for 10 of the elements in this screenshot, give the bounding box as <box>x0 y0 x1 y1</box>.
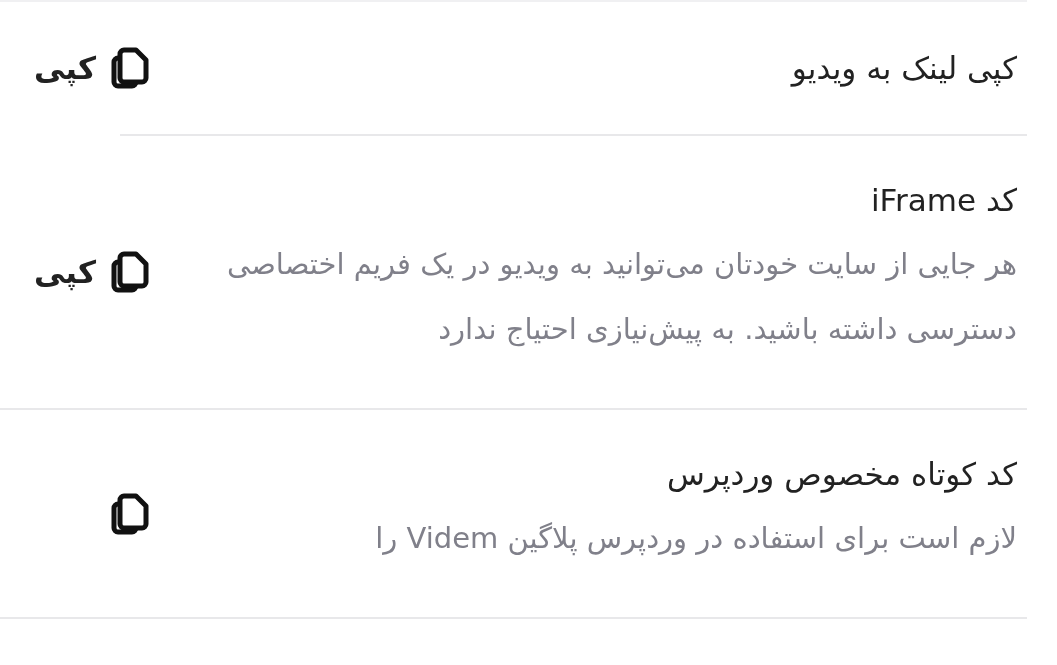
copy-icon <box>110 250 150 294</box>
option-title: کپی لینک به ویدیو <box>789 50 1017 86</box>
copy-icon <box>110 46 150 90</box>
option-title: کد کوتاه مخصوص وردپرس <box>666 456 1017 492</box>
copy-button[interactable]: کپی <box>20 250 150 294</box>
option-title: کد iFrame <box>869 182 1017 218</box>
option-description: هر جایی از سایت خودتان می‌توانید به ویدیو در یک فریم اختصاصی دسترسی داشته باشید. به پیش‌نیازی احتیاج ندارد <box>226 246 1017 349</box>
copy-button[interactable]: کپی <box>20 46 150 90</box>
option-description: لازم است برای استفاده در وردپرس پلاگین Videm را <box>374 520 1017 558</box>
copy-icon <box>110 491 150 536</box>
